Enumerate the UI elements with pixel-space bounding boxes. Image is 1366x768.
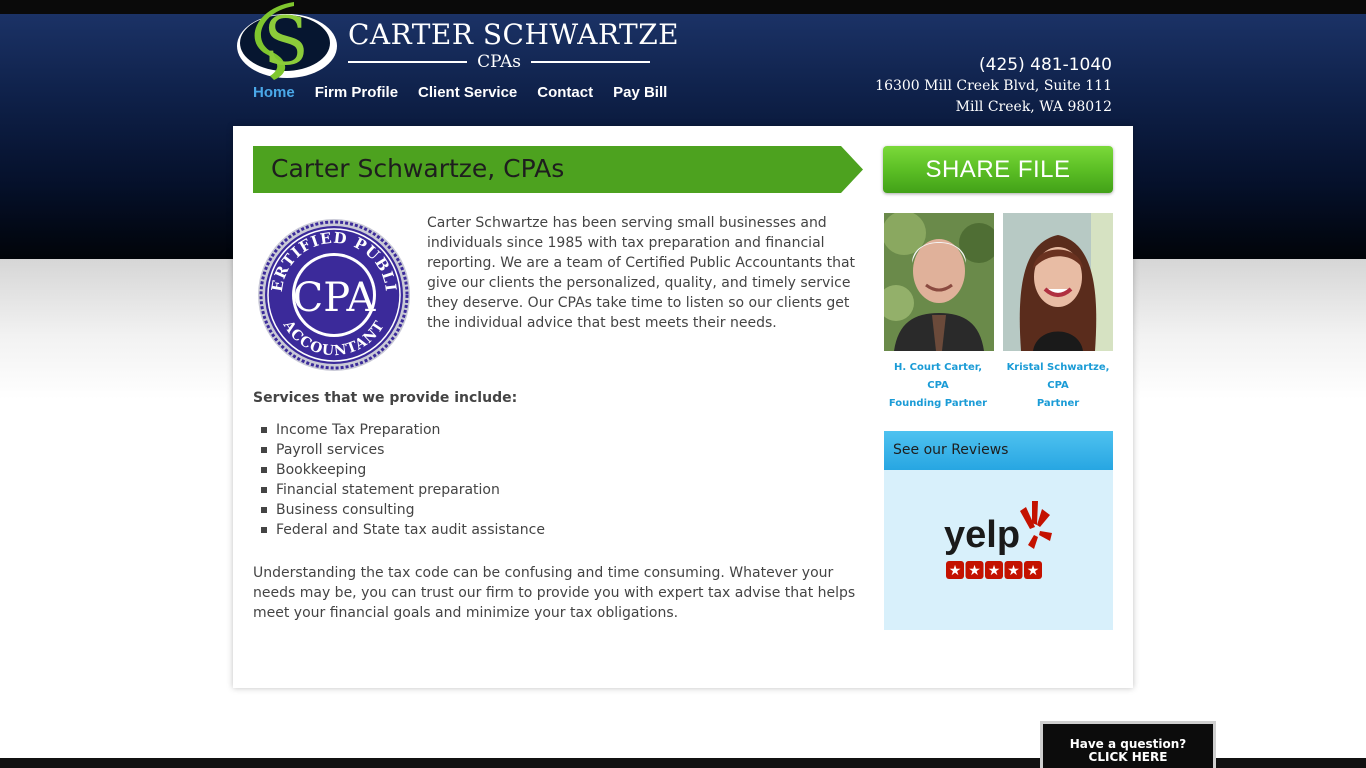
brand-rule-left — [348, 61, 468, 63]
nav-contact[interactable]: Contact — [537, 84, 593, 101]
share-file-button[interactable]: SHARE FILE — [883, 146, 1113, 193]
main-nav: Home Firm Profile Client Service Contact… — [253, 84, 667, 101]
cpa-seal-image: CERTIFIED PUBLIC ACCOUNTANT CPA — [249, 204, 413, 372]
person-role: Founding Partner — [888, 398, 988, 409]
photo-h-court-carter[interactable] — [884, 213, 994, 351]
person-role: Partner — [1036, 398, 1080, 409]
person-name: Kristal Schwartze, — [1006, 362, 1110, 373]
address-line-2: Mill Creek, WA 98012 — [955, 99, 1112, 115]
svg-text:★: ★ — [1007, 563, 1020, 579]
closing-paragraph: Understanding the tax code can be confus… — [253, 565, 856, 621]
svg-text:★: ★ — [1027, 563, 1040, 579]
content-panel: Carter Schwartze, CPAs CERTIFIED PUBLIC … — [233, 126, 1133, 688]
list-item: Bookkeeping — [253, 460, 545, 480]
list-item: Financial statement preparation — [253, 480, 545, 500]
caption-h-court-carter[interactable]: H. Court Carter, CPA Founding Partner — [873, 359, 1003, 413]
nav-home[interactable]: Home — [253, 84, 295, 101]
person-credential: CPA — [927, 380, 949, 391]
person-portrait-icon — [1003, 213, 1113, 351]
services-list: Income Tax Preparation Payroll services … — [253, 420, 545, 540]
list-item: Income Tax Preparation — [253, 420, 545, 440]
svg-text:★: ★ — [968, 563, 981, 579]
person-portrait-icon — [884, 213, 994, 351]
page-title-banner: Carter Schwartze, CPAs — [253, 146, 863, 193]
reviews-heading: See our Reviews — [884, 431, 1113, 470]
svg-text:★: ★ — [988, 563, 1001, 579]
svg-text:★: ★ — [949, 563, 962, 579]
person-name: H. Court Carter, — [893, 362, 982, 373]
brand-name: CARTER SCHWARTZE — [348, 18, 680, 51]
brand-sub-text: CPAs — [477, 52, 521, 72]
services-heading: Services that we provide include: — [253, 390, 518, 406]
reviews-box: See our Reviews yelp ★ ★ ★ ★ ★ — [884, 431, 1113, 630]
rating-stars: ★ ★ ★ ★ ★ — [946, 561, 1042, 579]
person-credential: CPA — [1047, 380, 1069, 391]
header-contact: (425) 481-1040 16300 Mill Creek Blvd, Su… — [875, 54, 1112, 118]
svg-text:yelp: yelp — [944, 514, 1020, 556]
photo-kristal-schwartze[interactable] — [1003, 213, 1113, 351]
brand-subtitle: CPAs — [348, 52, 651, 72]
seal-center-text: CPA — [293, 275, 377, 321]
list-item: Federal and State tax audit assistance — [253, 520, 545, 540]
nav-pay-bill[interactable]: Pay Bill — [613, 84, 667, 101]
nav-client-service[interactable]: Client Service — [418, 84, 517, 101]
top-strip — [0, 0, 1366, 14]
caption-kristal-schwartze[interactable]: Kristal Schwartze, CPA Partner — [993, 359, 1123, 413]
brand-rule-right — [530, 61, 651, 63]
list-item: Payroll services — [253, 440, 545, 460]
svg-text:S: S — [263, 3, 308, 80]
cpa-seal-icon: CERTIFIED PUBLIC ACCOUNTANT CPA — [249, 204, 410, 371]
question-line-2: CLICK HERE — [1088, 750, 1168, 764]
yelp-link[interactable]: yelp ★ ★ ★ ★ ★ — [940, 495, 1060, 587]
address-line-1: 16300 Mill Creek Blvd, Suite 111 — [875, 78, 1112, 94]
nav-firm-profile[interactable]: Firm Profile — [315, 84, 398, 101]
phone-number[interactable]: (425) 481-1040 — [875, 54, 1112, 76]
have-a-question-button[interactable]: Have a question? CLICK HERE — [1040, 721, 1216, 768]
logo-mark-icon: S — [237, 2, 337, 80]
list-item: Business consulting — [253, 500, 545, 520]
page-title: Carter Schwartze, CPAs — [271, 154, 565, 183]
yelp-logo-icon: yelp ★ ★ ★ ★ ★ — [944, 501, 1052, 579]
intro-paragraph: Carter Schwartze has been serving small … — [427, 215, 856, 331]
